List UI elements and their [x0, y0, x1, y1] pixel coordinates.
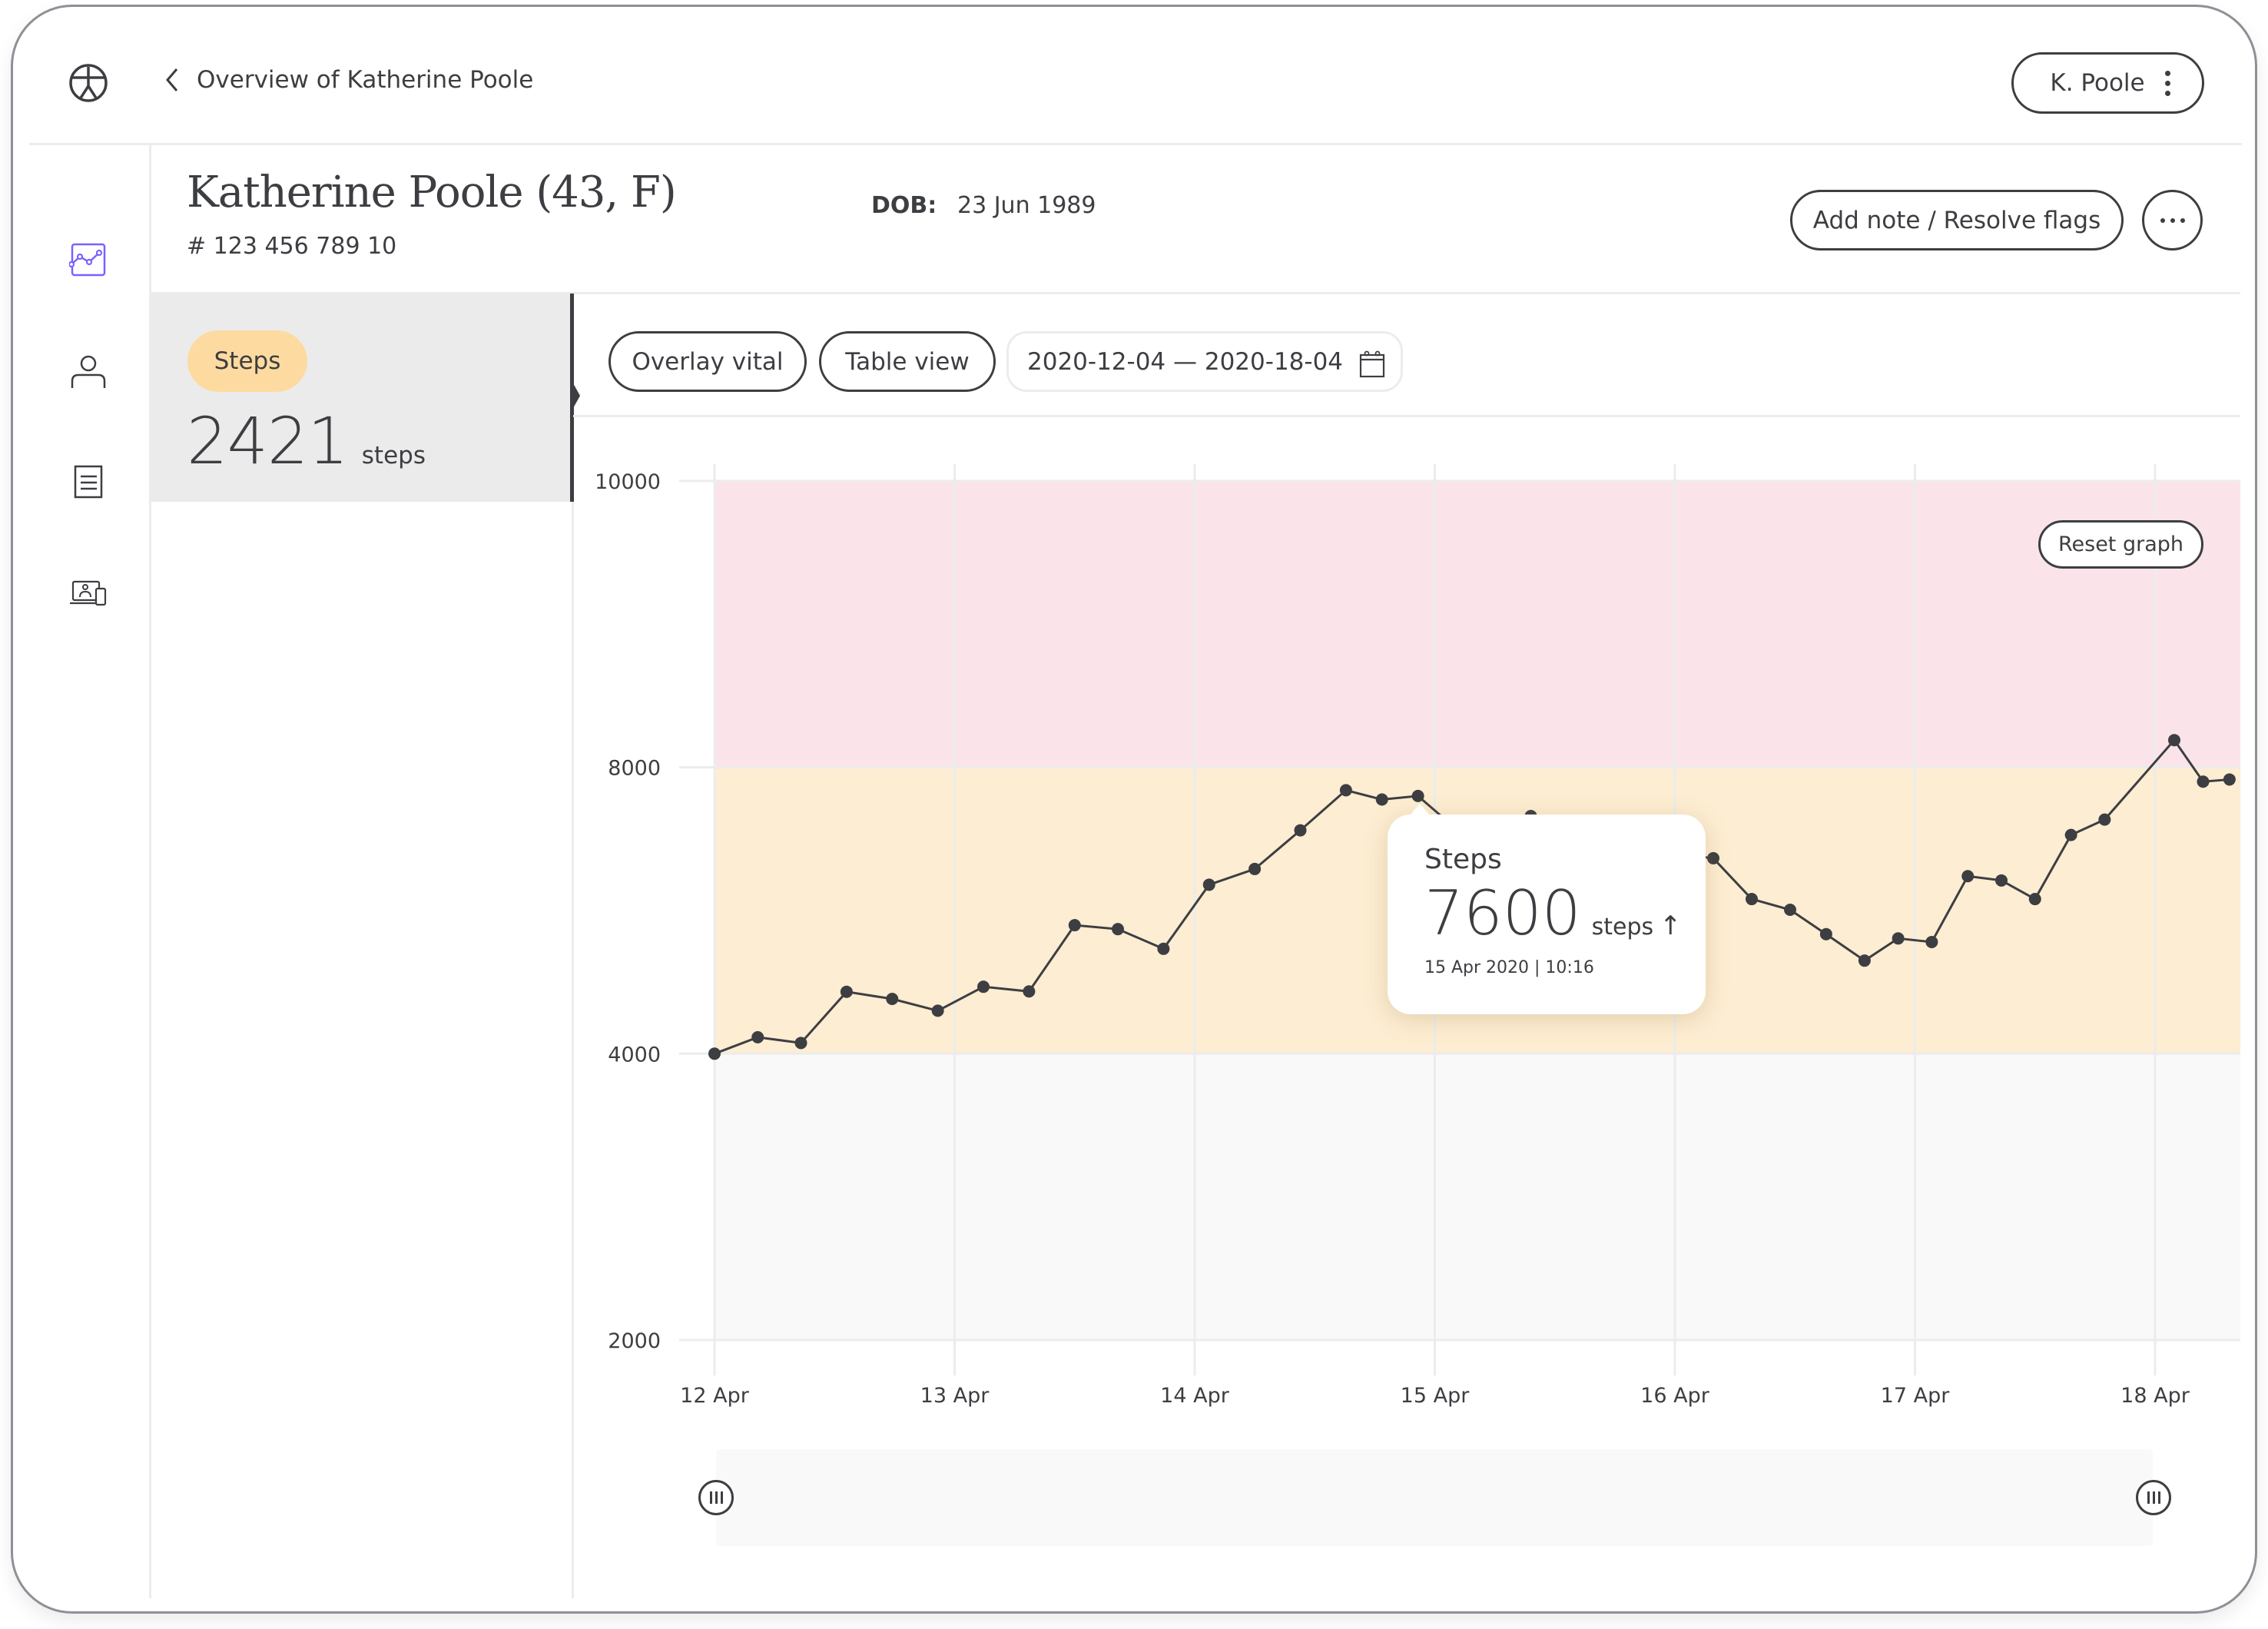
data-point [1925, 935, 1938, 948]
grip-lines-icon [2147, 1491, 2160, 1504]
tooltip-title: Steps [1424, 844, 1502, 875]
data-point [1068, 919, 1081, 932]
data-point [977, 980, 990, 994]
arrow-up-icon: ↑ [1660, 911, 1682, 941]
tooltip-value-row: 7600 steps ↑ [1424, 878, 1682, 949]
band-low [715, 1053, 2240, 1340]
data-point [2197, 775, 2210, 788]
data-point [2168, 734, 2180, 747]
data-point [2223, 773, 2236, 786]
data-point [1961, 870, 1975, 883]
data-point [1784, 904, 1796, 917]
data-point [1112, 923, 1124, 936]
x-tick-label: 18 Apr [2120, 1384, 2190, 1408]
x-tick-label: 15 Apr [1401, 1384, 1471, 1408]
grip-lines-icon [709, 1491, 723, 1504]
band-high [715, 480, 2240, 768]
x-tick-label: 14 Apr [1160, 1384, 1230, 1408]
data-point [840, 985, 853, 998]
y-tick-label: 10000 [595, 470, 661, 494]
tooltip-unit: steps [1591, 914, 1654, 941]
data-point [1995, 874, 2008, 887]
data-point [1707, 851, 1719, 864]
range-slider-start-handle[interactable] [698, 1480, 734, 1515]
data-point [886, 993, 899, 1006]
data-point [1858, 954, 1871, 967]
data-point [1892, 932, 1905, 945]
data-point [751, 1030, 764, 1043]
range-slider-end-handle[interactable] [2136, 1480, 2171, 1515]
data-point [2028, 893, 2041, 906]
y-tick-label: 2000 [608, 1329, 661, 1353]
data-point [1202, 878, 1215, 891]
reset-graph-button[interactable]: Reset graph [2038, 520, 2203, 569]
data-point [2064, 828, 2077, 841]
data-point [1411, 789, 1424, 802]
data-point [1375, 793, 1388, 806]
tooltip-timestamp: 15 Apr 2020 | 10:16 [1424, 958, 1594, 977]
data-point [2098, 813, 2111, 826]
y-tick-label: 4000 [608, 1043, 661, 1067]
range-slider-track[interactable] [716, 1449, 2153, 1546]
data-point [708, 1047, 721, 1060]
x-tick-label: 16 Apr [1640, 1384, 1710, 1408]
steps-line-chart[interactable]: 2000 4000 8000 10000 12 Apr 13 Apr 14 Apr 15 Ap… [0, 0, 2268, 1629]
data-point [794, 1037, 807, 1050]
y-tick-label: 8000 [608, 757, 661, 781]
data-point [1294, 824, 1307, 837]
x-tick-label: 13 Apr [920, 1384, 990, 1408]
data-point [1157, 942, 1170, 955]
data-point [1248, 862, 1262, 875]
data-point [931, 1004, 944, 1017]
tooltip-value: 7600 [1424, 878, 1581, 949]
data-point [1746, 893, 1758, 906]
data-point [1023, 985, 1036, 998]
data-point [1339, 784, 1352, 797]
x-tick-label: 17 Apr [1881, 1384, 1951, 1408]
data-point-tooltip: Steps 7600 steps ↑ 15 Apr 2020 | 10:16 [1388, 804, 1706, 1014]
x-tick-label: 12 Apr [680, 1384, 750, 1408]
data-point [1819, 927, 1832, 941]
